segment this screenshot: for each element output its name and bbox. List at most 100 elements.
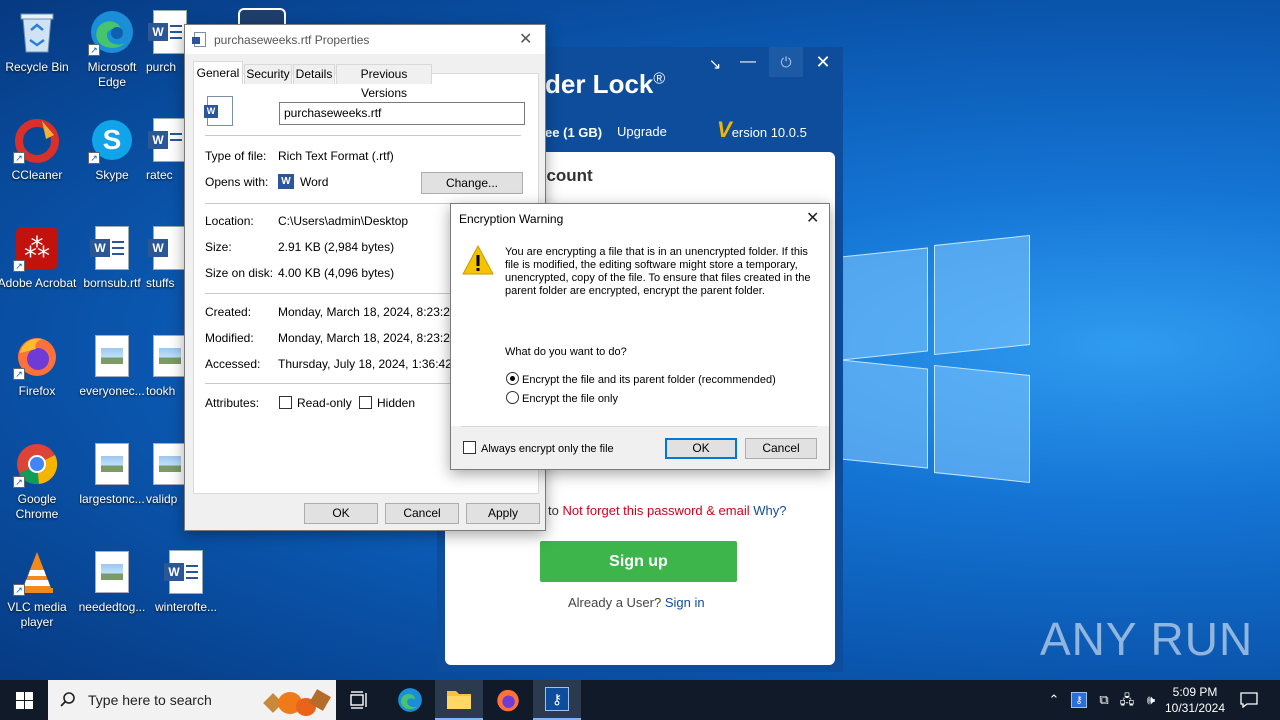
why-link[interactable]: Why?: [753, 503, 786, 518]
ok-button[interactable]: OK: [304, 503, 378, 524]
desktop-icon-edge[interactable]: ↗ Microsoft Edge: [72, 8, 152, 90]
hidden-checkbox[interactable]: Hidden: [359, 396, 415, 410]
encryption-warning-dialog: Encryption Warning ✕ You are encrypting …: [450, 203, 830, 470]
document-icon: [192, 32, 206, 47]
desktop-icon-needed[interactable]: neededtog...: [72, 548, 152, 615]
desktop-icon-adobe-acrobat[interactable]: ⁂ ↗ Adobe Acrobat: [0, 224, 77, 291]
desktop-icon-winter[interactable]: W winterofte...: [146, 548, 226, 615]
desktop-icon-rated[interactable]: W ratec: [146, 116, 186, 183]
tab-previous-versions[interactable]: Previous Versions: [336, 64, 432, 100]
app-tray-icon[interactable]: ⧉: [1096, 692, 1112, 708]
halloween-pumpkins-icon: [260, 684, 332, 718]
taskbar-folder-lock[interactable]: ⚷: [533, 680, 581, 720]
filename-input[interactable]: purchaseweeks.rtf: [279, 102, 525, 125]
cancel-button[interactable]: Cancel: [385, 503, 459, 524]
desktop-icon-largest[interactable]: largestonc...: [72, 440, 152, 507]
desktop-icon-stuff[interactable]: W stuffs: [146, 224, 186, 291]
tab-details[interactable]: Details: [293, 64, 335, 84]
desktop-icon-ccleaner[interactable]: ↗ CCleaner: [0, 116, 77, 183]
notifications-icon[interactable]: [1240, 692, 1258, 709]
start-button[interactable]: [0, 680, 48, 720]
ok-button[interactable]: OK: [665, 438, 737, 459]
change-button[interactable]: Change...: [421, 172, 523, 194]
signin-link[interactable]: Sign in: [665, 595, 705, 610]
search-box[interactable]: Type here to search: [48, 680, 336, 720]
desktop-icon-label: Adobe Acrobat: [0, 276, 77, 290]
minimize-icon[interactable]: —: [735, 53, 761, 70]
readonly-checkbox[interactable]: Read-only: [279, 396, 352, 410]
desktop-icon-label: validp: [146, 492, 178, 506]
taskbar-file-explorer[interactable]: [435, 680, 483, 720]
app-icon-partial: [238, 8, 286, 24]
image-file-icon: [88, 440, 136, 488]
chevron-up-icon[interactable]: ⌃: [1046, 692, 1062, 708]
desktop-icon-bornsub[interactable]: W bornsub.rtf: [72, 224, 152, 291]
desktop-icon-recycle-bin[interactable]: Recycle Bin: [0, 8, 77, 75]
acrobat-icon: ⁂ ↗: [13, 224, 61, 272]
folder-lock-title: der Lock®: [545, 69, 666, 99]
anyrun-watermark: ANY RUN: [1040, 613, 1254, 665]
network-icon[interactable]: 🖧: [1119, 692, 1135, 708]
power-icon[interactable]: ⏻: [769, 47, 803, 77]
desktop-icon-label: bornsub.rtf: [83, 276, 141, 290]
clock[interactable]: 5:09 PM 10/31/2024: [1164, 684, 1226, 716]
minimize-to-tray-icon[interactable]: ↘: [701, 55, 729, 73]
tab-general[interactable]: General: [193, 61, 243, 84]
close-icon[interactable]: ✕: [809, 49, 837, 75]
clock-date: 10/31/2024: [1164, 701, 1226, 715]
folder-lock-tray-icon[interactable]: ⚷: [1071, 692, 1087, 708]
folder-icon: [447, 691, 471, 709]
desktop-icon-firefox[interactable]: ↗ Firefox: [0, 332, 77, 399]
desktop-icon-label: CCleaner: [11, 168, 63, 182]
ccleaner-icon: ↗: [13, 116, 61, 164]
desktop-icon-label: Google Chrome: [15, 492, 59, 521]
desktop-icon-tookh[interactable]: tookh: [146, 332, 186, 399]
clock-time: 5:09 PM: [1172, 685, 1218, 699]
upgrade-link[interactable]: Upgrade: [617, 124, 667, 139]
firefox-icon: [497, 689, 519, 712]
radio-encrypt-file-and-folder[interactable]: Encrypt the file and its parent folder (…: [506, 372, 776, 386]
volume-icon[interactable]: 🕪: [1143, 692, 1159, 708]
desktop-icon-valid[interactable]: validp: [146, 440, 186, 507]
apply-button[interactable]: Apply: [466, 503, 540, 524]
shortcut-arrow-icon: ↗: [13, 152, 25, 164]
desktop-icon-label: VLC media player: [7, 600, 67, 629]
desktop-icon-label: largestonc...: [79, 492, 145, 506]
word-document-icon: W: [146, 224, 186, 272]
windows-wallpaper-logo: [840, 234, 1030, 484]
signup-button[interactable]: Sign up: [540, 541, 737, 582]
image-file-icon: [88, 548, 136, 596]
signin-row: Already a User? Sign in: [568, 595, 705, 610]
desktop-icon-label: winterofte...: [154, 600, 218, 614]
recycle-bin-icon: [13, 8, 61, 56]
desktop-icon-label: tookh: [146, 384, 176, 398]
desktop-icon-label: Firefox: [18, 384, 56, 398]
word-document-icon: W: [146, 116, 186, 164]
close-icon[interactable]: ✕: [806, 208, 819, 228]
password-notice: to Not forget this password & email Why?: [548, 503, 787, 518]
taskbar-firefox[interactable]: [484, 680, 532, 720]
image-file-icon: [88, 332, 136, 380]
desktop-icon-label: Recycle Bin: [5, 60, 69, 74]
desktop-icon-vlc[interactable]: ↗ VLC media player: [0, 548, 77, 630]
cancel-button[interactable]: Cancel: [745, 438, 817, 459]
image-file-icon: [146, 332, 186, 380]
warning-question: What do you want to do?: [505, 346, 627, 358]
radio-encrypt-file-only[interactable]: Encrypt the file only: [506, 391, 618, 405]
desktop-icon-google-chrome[interactable]: ↗ Google Chrome: [0, 440, 77, 522]
edge-icon: [398, 688, 422, 712]
search-placeholder: Type here to search: [88, 692, 212, 708]
firefox-icon: ↗: [13, 332, 61, 380]
taskbar-edge[interactable]: [386, 680, 434, 720]
shortcut-arrow-icon: ↗: [13, 476, 25, 488]
close-icon[interactable]: ✕: [519, 29, 532, 49]
tab-security[interactable]: Security: [244, 64, 292, 84]
vlc-icon: ↗: [13, 548, 61, 596]
shortcut-arrow-icon: ↗: [88, 44, 100, 56]
desktop-icon-everyone[interactable]: everyonec...: [72, 332, 152, 399]
always-encrypt-checkbox[interactable]: Always encrypt only the file: [463, 441, 614, 455]
task-view-button[interactable]: [336, 680, 384, 720]
desktop-icon-skype[interactable]: S ↗ Skype: [72, 116, 152, 183]
warning-titlebar: Encryption Warning ✕: [451, 204, 829, 233]
version-label: Version 10.0.5: [717, 117, 807, 142]
